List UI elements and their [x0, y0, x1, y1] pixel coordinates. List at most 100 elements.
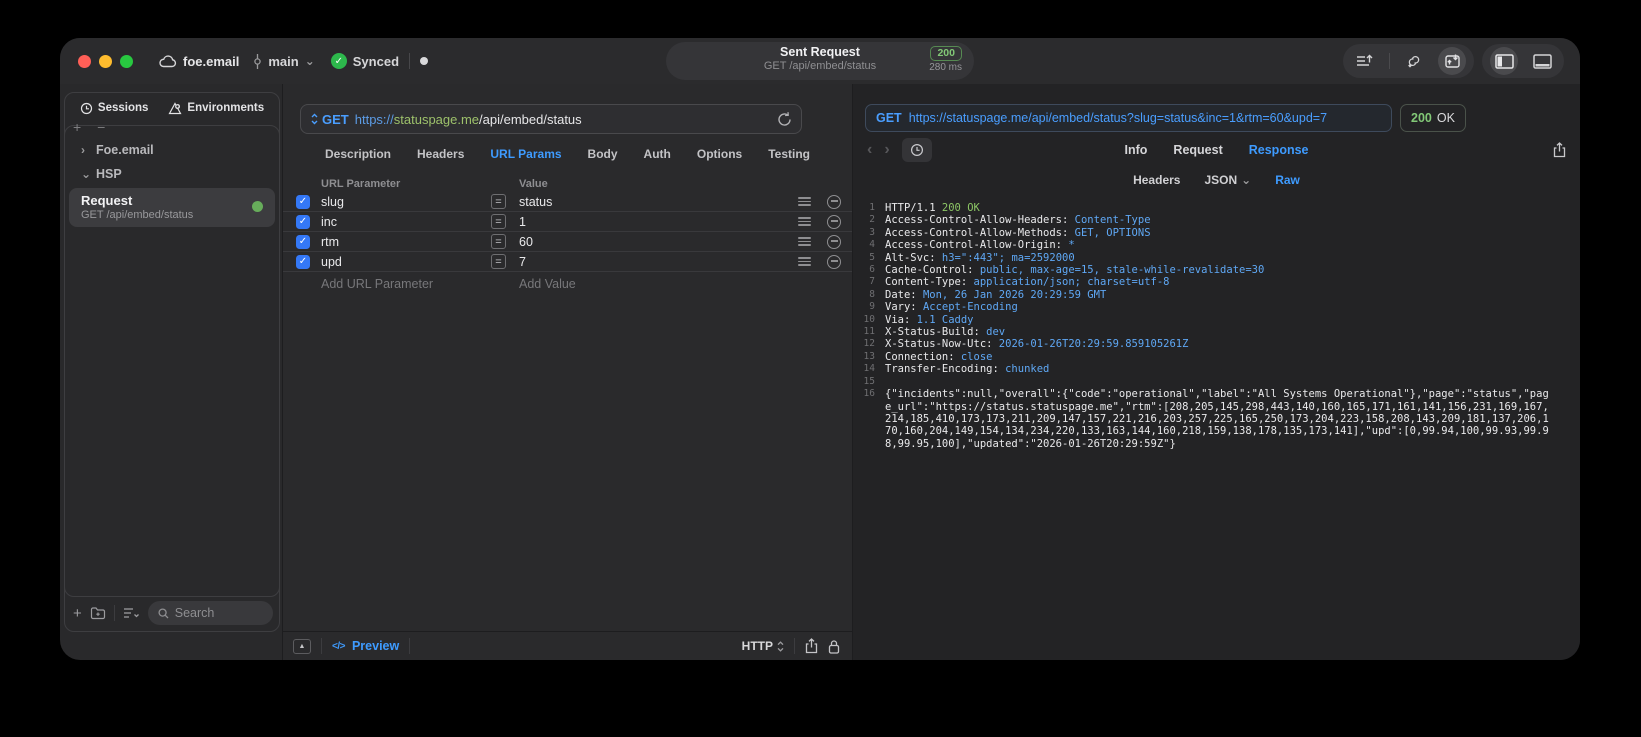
- share-icon[interactable]: [805, 638, 818, 654]
- request-tabs: Description Headers URL Params Body Auth…: [283, 134, 852, 174]
- protocol-label: HTTP: [741, 639, 773, 653]
- remove-param-icon[interactable]: [827, 194, 841, 209]
- add-value-field[interactable]: Add Value: [519, 277, 790, 291]
- equals-icon[interactable]: =: [491, 254, 506, 269]
- tab-testing[interactable]: Testing: [768, 147, 810, 161]
- param-value[interactable]: status: [519, 195, 790, 209]
- param-checkbox[interactable]: ✓: [296, 234, 310, 249]
- tree-group-hsp[interactable]: ⌄ HSP: [65, 162, 279, 186]
- response-url: https://statuspage.me/api/embed/status?s…: [908, 111, 1328, 125]
- param-value[interactable]: 60: [519, 235, 790, 249]
- sent-request-pill[interactable]: Sent Request GET /api/embed/status 200 2…: [666, 42, 974, 80]
- line-number: 9: [869, 301, 875, 313]
- tab-description[interactable]: Description: [325, 147, 391, 161]
- response-url-field[interactable]: GET https://statuspage.me/api/embed/stat…: [865, 104, 1392, 132]
- tab-environments[interactable]: Environments: [168, 101, 264, 115]
- drag-handle-icon[interactable]: [798, 237, 811, 246]
- app-window: foe.email main ⌄ ✓ Synced Sent Request G…: [60, 38, 1580, 660]
- close-window-button[interactable]: [78, 54, 91, 68]
- add-request-button[interactable]: +: [73, 605, 82, 622]
- project-menu[interactable]: foe.email: [159, 54, 239, 69]
- request-duration: 280 ms: [929, 62, 962, 73]
- equals-icon[interactable]: =: [491, 234, 506, 249]
- line-number: 5: [869, 251, 875, 263]
- share-response-icon[interactable]: [1553, 142, 1566, 158]
- protocol-selector[interactable]: HTTP: [742, 639, 784, 653]
- response-line: 7 Content-Type: application/json; charset…: [853, 276, 1553, 288]
- remove-param-icon[interactable]: [827, 254, 841, 269]
- request-item-subtitle: GET /api/embed/status: [81, 209, 194, 221]
- param-checkbox[interactable]: ✓: [296, 214, 310, 229]
- environments-icon: [168, 101, 182, 115]
- import-response-button[interactable]: [1438, 47, 1466, 75]
- response-line: 14 Transfer-Encoding: chunked: [853, 363, 1553, 375]
- method-stepper-icon[interactable]: [311, 113, 318, 125]
- response-line: 9 Vary: Accept-Encoding: [853, 301, 1553, 313]
- add-remove-buttons[interactable]: + −: [73, 119, 111, 135]
- subtab-json[interactable]: JSON ⌄: [1204, 173, 1251, 187]
- line-content: [885, 376, 1553, 388]
- response-body[interactable]: 1 HTTP/1.1 200 OK 2 Access-Control-Allow-He…: [853, 192, 1580, 660]
- request-url[interactable]: https://statuspage.me/api/embed/status: [355, 112, 582, 127]
- add-url-parameter-field[interactable]: Add URL Parameter: [321, 277, 491, 291]
- drag-handle-icon[interactable]: [798, 217, 811, 226]
- equals-icon[interactable]: =: [491, 214, 506, 229]
- param-checkbox[interactable]: ✓: [296, 194, 310, 209]
- export-session-button[interactable]: [1351, 47, 1379, 75]
- expand-panel-button[interactable]: ▲: [293, 638, 311, 654]
- toggle-sidebar-icon[interactable]: [1490, 47, 1518, 75]
- line-number: 11: [863, 326, 875, 338]
- drag-handle-icon[interactable]: [798, 257, 811, 266]
- param-name[interactable]: inc: [321, 215, 491, 229]
- subtab-headers[interactable]: Headers: [1133, 173, 1180, 187]
- request-method[interactable]: GET: [322, 112, 349, 127]
- branch-selector[interactable]: main ⌄: [253, 53, 315, 69]
- line-content: Access-Control-Allow-Origin: *: [885, 239, 1075, 252]
- param-checkbox[interactable]: ✓: [296, 254, 310, 269]
- search-input[interactable]: Search: [147, 601, 273, 625]
- preview-button[interactable]: </> Preview: [332, 639, 399, 653]
- tab-request[interactable]: Request: [1173, 143, 1222, 157]
- response-line: 4 Access-Control-Allow-Origin: *: [853, 239, 1553, 251]
- minimize-window-button[interactable]: [99, 54, 112, 68]
- tab-info[interactable]: Info: [1125, 143, 1148, 157]
- tree-group-foe-email[interactable]: › Foe.email: [65, 138, 279, 162]
- response-line: 1 HTTP/1.1 200 OK: [853, 202, 1553, 214]
- sidebar-container: Sessions Environments + − › Foe.email ⌄ …: [64, 92, 280, 632]
- param-name[interactable]: upd: [321, 255, 491, 269]
- drag-handle-icon[interactable]: [798, 197, 811, 206]
- equals-icon[interactable]: =: [491, 194, 506, 209]
- new-folder-icon[interactable]: [90, 606, 106, 620]
- link-requests-button[interactable]: [1400, 47, 1428, 75]
- sort-options-icon[interactable]: [123, 607, 140, 619]
- param-row-upd: ✓ upd = 7: [283, 252, 852, 272]
- request-url-field[interactable]: GET https://statuspage.me/api/embed/stat…: [300, 104, 802, 134]
- sync-status[interactable]: ✓ Synced: [330, 53, 399, 69]
- remove-param-icon[interactable]: [827, 234, 841, 249]
- param-name[interactable]: slug: [321, 195, 491, 209]
- tab-sessions[interactable]: Sessions: [80, 102, 148, 115]
- lock-icon[interactable]: [828, 639, 840, 654]
- subtab-raw[interactable]: Raw: [1275, 173, 1300, 187]
- remove-param-icon[interactable]: [827, 214, 841, 229]
- tree-group-label: Foe.email: [96, 143, 154, 157]
- search-icon: [158, 607, 169, 619]
- tab-body[interactable]: Body: [588, 147, 618, 161]
- tab-response[interactable]: Response: [1249, 143, 1309, 157]
- line-number: 7: [869, 276, 875, 288]
- param-name[interactable]: rtm: [321, 235, 491, 249]
- param-value[interactable]: 7: [519, 255, 790, 269]
- response-tabs: Info Request Response: [853, 143, 1580, 157]
- zoom-window-button[interactable]: [120, 54, 133, 68]
- resend-request-icon[interactable]: [777, 111, 792, 127]
- toggle-bottom-panel-icon[interactable]: [1528, 47, 1556, 75]
- add-param-row: Add URL Parameter Add Value: [283, 272, 852, 296]
- tab-url-params[interactable]: URL Params: [490, 147, 561, 161]
- tab-headers[interactable]: Headers: [417, 147, 464, 161]
- sidebar-item-request[interactable]: Request GET /api/embed/status: [69, 188, 275, 227]
- branch-icon: [253, 53, 262, 69]
- tab-auth[interactable]: Auth: [644, 147, 671, 161]
- tab-options[interactable]: Options: [697, 147, 742, 161]
- line-content: Access-Control-Allow-Methods: GET, OPTIO…: [885, 226, 1151, 239]
- param-value[interactable]: 1: [519, 215, 790, 229]
